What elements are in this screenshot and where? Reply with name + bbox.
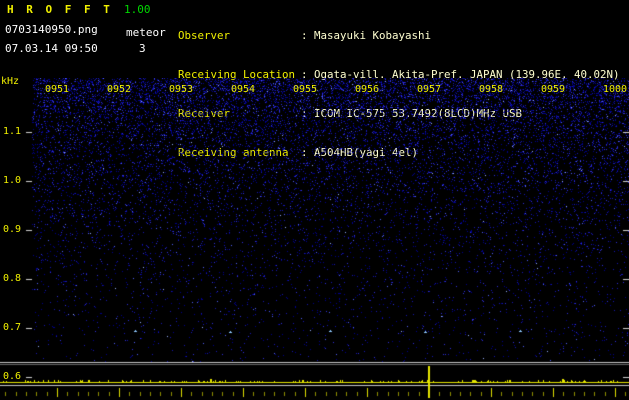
- time-tick-label: 0952: [106, 84, 132, 95]
- time-tick-label: 0953: [168, 84, 194, 95]
- time-tick-label: 1000: [602, 84, 628, 95]
- time-tick-label: 0958: [478, 84, 504, 95]
- info-row-observer: Observer : Masayuki Kobayashi: [178, 29, 620, 42]
- freq-axis-unit-label: kHz: [1, 76, 20, 87]
- spectrogram-canvas: [0, 78, 629, 400]
- time-tick-label: 0957: [416, 84, 442, 95]
- freq-tick-label: 0.9: [3, 224, 22, 235]
- freq-tick-label: 0.7: [3, 322, 22, 333]
- freq-tick-label: 0.6: [3, 371, 22, 382]
- freq-tick-label: 0.8: [3, 273, 22, 284]
- app-version: 1.00: [124, 3, 151, 16]
- info-label: Observer: [178, 29, 231, 42]
- observation-datetime: 07.03.14 09:50: [5, 42, 98, 55]
- time-tick-label: 0951: [44, 84, 70, 95]
- observation-mode: meteor: [126, 26, 166, 39]
- hrofft-output: H R O F F T 1.00 0703140950.png meteor 3…: [0, 0, 629, 400]
- time-tick-label: 0954: [230, 84, 256, 95]
- time-tick-label: 0956: [354, 84, 380, 95]
- app-title: H R O F F T: [7, 3, 113, 16]
- time-tick-label: 0959: [540, 84, 566, 95]
- time-tick-label: 0955: [292, 84, 318, 95]
- output-filename: 0703140950.png: [5, 23, 98, 36]
- channel-number: 3: [139, 42, 146, 55]
- freq-tick-label: 1.1: [3, 126, 22, 137]
- freq-tick-label: 1.0: [3, 175, 22, 186]
- info-value: : Masayuki Kobayashi: [301, 29, 432, 42]
